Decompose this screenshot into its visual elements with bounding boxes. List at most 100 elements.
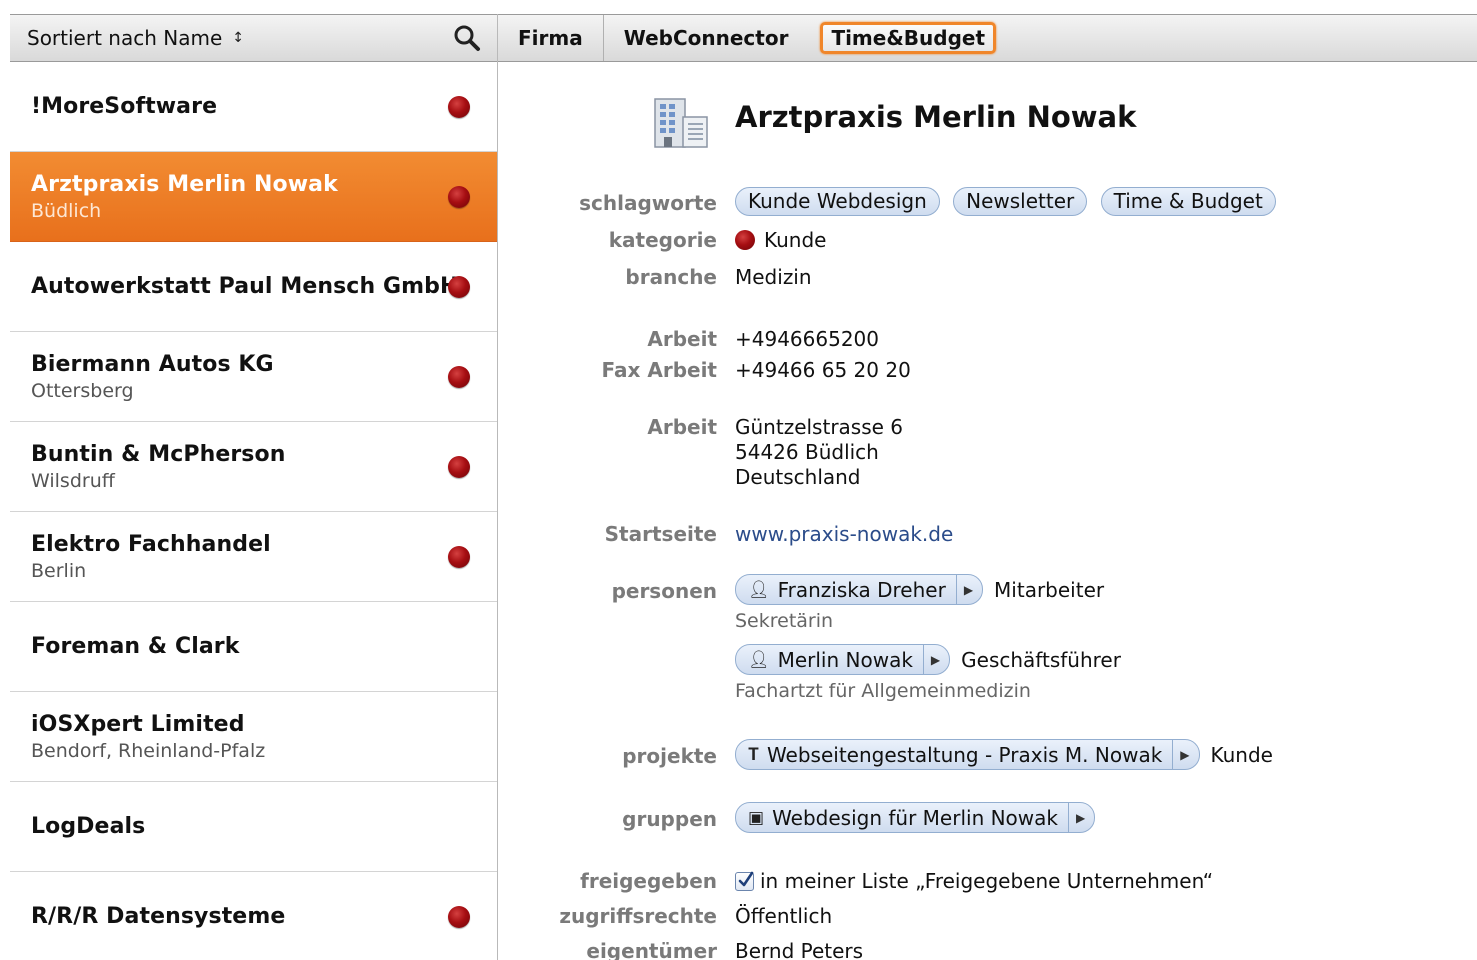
list-item-buntin-mcpherson[interactable]: Buntin & McPherson Wilsdruff [10, 422, 497, 512]
label-phone-work: Arbeit [647, 327, 717, 351]
category-dot-icon [448, 455, 470, 478]
label-personen: personen [611, 579, 717, 603]
person-row: 👤︎ Franziska Dreher ▶ Mitarbeiter [735, 574, 1104, 605]
person-position: Sekretärin [735, 610, 834, 632]
list-item-subtitle: Wilsdruff [31, 469, 115, 492]
category-dot-icon [448, 365, 470, 388]
company-title: Arztpraxis Merlin Nowak [735, 100, 1137, 134]
group-row: ▣ Webdesign für Merlin Nowak ▶ [735, 802, 1096, 833]
project-icon: 𝐓 [748, 744, 759, 765]
kategorie-text: Kunde [764, 228, 827, 252]
category-dot-icon [735, 230, 755, 250]
list-item-subtitle: Berlin [31, 559, 87, 582]
project-name: Webseitengestaltung - Praxis M. Nowak [766, 742, 1163, 767]
disclosure-arrow-icon[interactable]: ▶ [922, 645, 949, 674]
list-item-title: LogDeals [31, 814, 146, 839]
label-kategorie: kategorie [608, 228, 717, 252]
person-chip[interactable]: 👤︎ Merlin Nowak ▶ [735, 644, 951, 675]
fax-work-value[interactable]: +49466 65 20 20 [735, 358, 911, 382]
person-role: Mitarbeiter [994, 577, 1105, 602]
project-role: Kunde [1210, 742, 1273, 767]
list-item-foreman-clark[interactable]: Foreman & Clark [10, 602, 497, 692]
label-schlagworte: schlagworte [579, 191, 717, 215]
project-row: 𝐓 Webseitengestaltung - Praxis M. Nowak ▶… [735, 739, 1273, 770]
tag-list: Kunde Webdesign Newsletter Time & Budget [735, 187, 1283, 216]
sort-menu[interactable]: Sortiert nach Name [27, 26, 222, 50]
company-list-panel: Sortiert nach Name ↕ !MoreSoftware Arztp… [10, 14, 498, 960]
tab-firma[interactable]: Firma [498, 15, 604, 61]
freigegeben-checkbox[interactable] [735, 871, 754, 891]
disclosure-arrow-icon[interactable]: ▶ [955, 575, 982, 604]
address-country: Deutschland [735, 465, 861, 489]
person-row: 👤︎ Merlin Nowak ▶ Geschäftsführer [735, 644, 1121, 675]
tag-pill[interactable]: Kunde Webdesign [735, 187, 940, 216]
category-dot-icon [448, 95, 470, 118]
list-item-biermann-autos[interactable]: Biermann Autos KG Ottersberg [10, 332, 497, 422]
tag-pill[interactable]: Time & Budget [1100, 187, 1276, 216]
project-chip[interactable]: 𝐓 Webseitengestaltung - Praxis M. Nowak ▶ [735, 739, 1200, 770]
group-chip[interactable]: ▣ Webdesign für Merlin Nowak ▶ [735, 802, 1096, 833]
tab-bar: Firma WebConnector Time&Budget [498, 14, 1477, 62]
category-dot-icon [448, 905, 470, 928]
freigegeben-text: in meiner Liste „Freigegebene Unternehme… [760, 869, 1214, 893]
list-item-logdeals[interactable]: LogDeals [10, 782, 497, 872]
label-eigentuemer: eigentümer [586, 939, 717, 960]
address-city: 54426 Büdlich [735, 440, 879, 464]
person-name: Merlin Nowak [777, 647, 913, 672]
disclosure-arrow-icon[interactable]: ▶ [1068, 803, 1094, 832]
tag-pill[interactable]: Newsletter [953, 187, 1088, 216]
list-item-rrr-datensysteme[interactable]: R/R/R Datensysteme [10, 872, 497, 960]
freigegeben-value: in meiner Liste „Freigegebene Unternehme… [735, 869, 1213, 893]
category-dot-icon [448, 545, 470, 568]
list-item-autowerkstatt[interactable]: Autowerkstatt Paul Mensch GmbH [10, 242, 497, 332]
search-icon[interactable] [453, 24, 481, 52]
list-item-title: Buntin & McPherson [31, 441, 286, 467]
category-dot-icon [448, 275, 470, 298]
group-icon: ▣ [748, 807, 765, 828]
list-item-title: Arztpraxis Merlin Nowak [31, 171, 338, 197]
list-item-elektro-fachhandel[interactable]: Elektro Fachhandel Berlin [10, 512, 497, 602]
list-item-iosxpert[interactable]: iOSXpert Limited Bendorf, Rheinland-Pfal… [10, 692, 497, 782]
label-freigegeben: freigegeben [580, 869, 717, 893]
list-item-title: R/R/R Datensysteme [31, 904, 286, 929]
list-item-title: Autowerkstatt Paul Mensch GmbH [31, 274, 459, 299]
company-detail: Arztpraxis Merlin Nowak schlagworte Kund… [498, 62, 1477, 960]
phone-work-value[interactable]: +4946665200 [735, 327, 879, 351]
person-name: Franziska Dreher [777, 577, 946, 602]
kategorie-value: Kunde [735, 228, 826, 252]
detail-panel: Firma WebConnector Time&Budget Arztpraxi… [498, 14, 1477, 960]
person-icon: 👤︎ [748, 579, 770, 600]
label-startseite: Startseite [604, 522, 717, 546]
tab-webconnector[interactable]: WebConnector [604, 15, 809, 61]
label-address-work: Arbeit [647, 415, 717, 439]
website-link[interactable]: www.praxis-nowak.de [735, 522, 953, 546]
sort-arrows-icon[interactable]: ↕ [232, 30, 244, 46]
list-item-title: Biermann Autos KG [31, 351, 274, 377]
person-chip[interactable]: 👤︎ Franziska Dreher ▶ [735, 574, 984, 605]
tab-timebudget-label: Time&Budget [820, 22, 997, 54]
label-projekte: projekte [622, 744, 717, 768]
list-item-subtitle: Ottersberg [31, 379, 134, 402]
label-zugriffsrechte: zugriffsrechte [559, 904, 717, 928]
person-icon: 👤︎ [748, 649, 770, 670]
label-branche: branche [625, 265, 717, 289]
list-item-subtitle: Büdlich [31, 199, 102, 222]
category-dot-icon [448, 185, 470, 208]
label-fax-work: Fax Arbeit [601, 358, 718, 382]
office-building-icon [653, 97, 711, 149]
list-item-title: Elektro Fachhandel [31, 531, 271, 557]
list-item-subtitle: Bendorf, Rheinland-Pfalz [31, 739, 266, 762]
zugriffsrechte-value: Öffentlich [735, 904, 833, 928]
tab-timebudget[interactable]: Time&Budget [808, 15, 1008, 61]
list-header: Sortiert nach Name ↕ [10, 14, 497, 62]
list-item-title: !MoreSoftware [31, 94, 218, 119]
list-item-title: Foreman & Clark [31, 634, 240, 659]
list-item-moresoftware[interactable]: !MoreSoftware [10, 62, 497, 152]
list-item-title: iOSXpert Limited [31, 711, 245, 737]
branche-value: Medizin [735, 265, 812, 289]
person-role: Geschäftsführer [961, 647, 1121, 672]
eigentuemer-value: Bernd Peters [735, 939, 864, 960]
disclosure-arrow-icon[interactable]: ▶ [1172, 740, 1198, 769]
list-item-arztpraxis-merlin-nowak[interactable]: Arztpraxis Merlin Nowak Büdlich [10, 152, 497, 242]
group-name: Webdesign für Merlin Nowak [772, 805, 1058, 830]
